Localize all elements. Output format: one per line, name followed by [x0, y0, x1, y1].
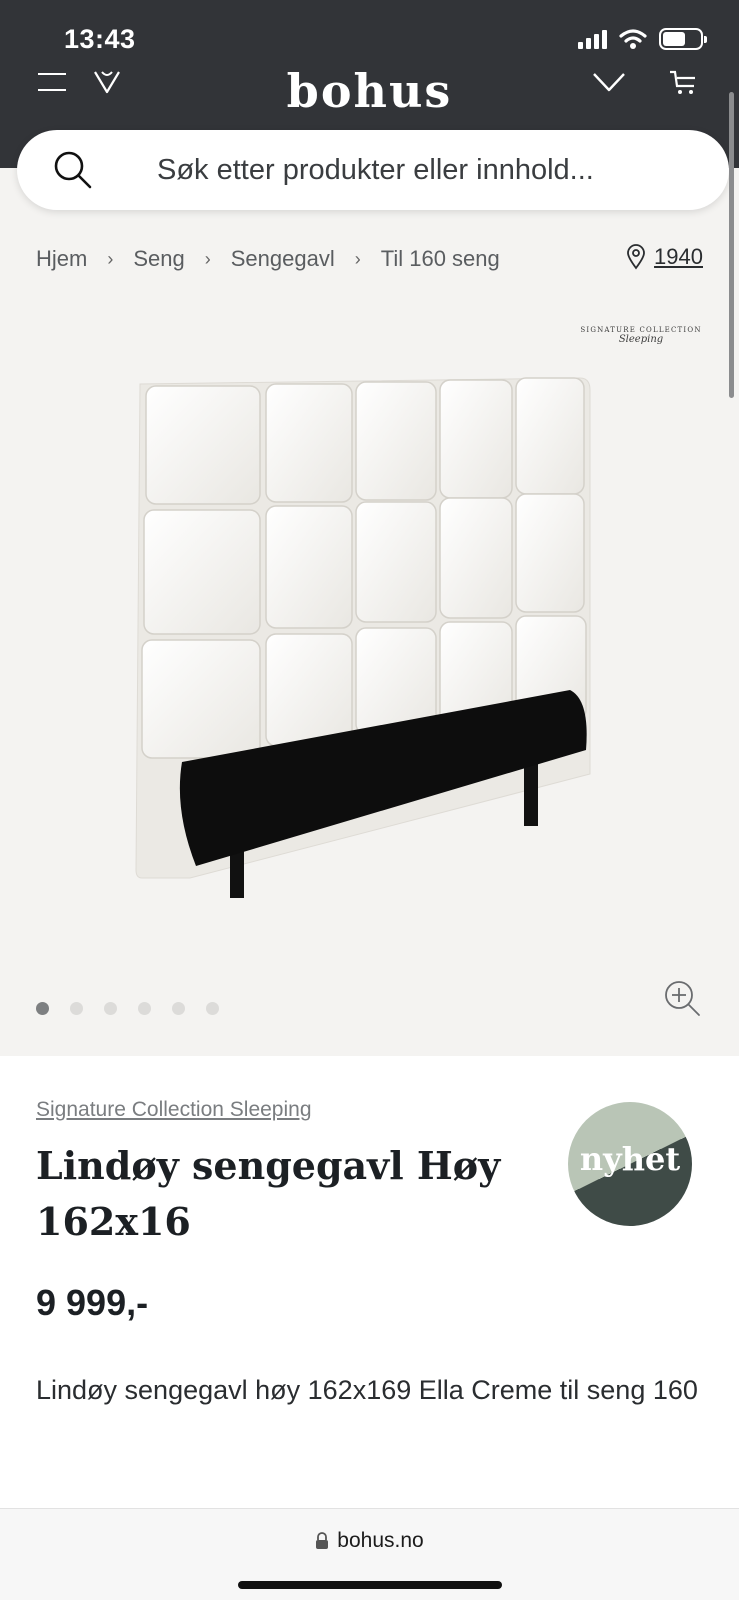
signal-icon	[578, 29, 607, 49]
search-icon[interactable]	[53, 150, 93, 190]
gallery-dot[interactable]	[206, 1002, 219, 1015]
status-icons	[578, 28, 707, 50]
chevron-right-icon: ›	[354, 248, 361, 269]
scrollbar[interactable]	[729, 92, 734, 398]
wifi-icon	[619, 29, 647, 49]
gallery-dot[interactable]	[138, 1002, 151, 1015]
search-input[interactable]	[157, 148, 697, 192]
breadcrumb-item-home[interactable]: Hjem	[36, 246, 87, 272]
breadcrumb: Hjem › Seng › Sengegavl › Til 160 seng	[36, 246, 500, 272]
chevron-right-icon: ›	[107, 248, 114, 269]
url-text: bohus.no	[337, 1529, 424, 1552]
gallery-dot[interactable]	[172, 1002, 185, 1015]
gallery-dot[interactable]	[104, 1002, 117, 1015]
zoom-in-icon[interactable]	[664, 980, 702, 1018]
url-display[interactable]: bohus.no	[0, 1529, 739, 1553]
brand-link[interactable]: Signature Collection Sleeping	[36, 1098, 312, 1122]
browser-url-bar[interactable]: bohus.no	[0, 1508, 739, 1600]
breadcrumb-item-current[interactable]: Til 160 seng	[381, 246, 500, 272]
chevron-right-icon: ›	[204, 248, 211, 269]
store-selector[interactable]: 1940	[626, 244, 703, 270]
home-indicator[interactable]	[238, 1581, 502, 1589]
badge-label: nyhet	[579, 1140, 681, 1178]
store-link[interactable]: 1940	[654, 244, 703, 270]
battery-icon	[659, 28, 707, 50]
product-description: Lindøy sengegavl høy 162x169 Ella Creme …	[36, 1375, 698, 1405]
product-price: 9 999,-	[36, 1282, 149, 1323]
breadcrumb-item-sengegavl[interactable]: Sengegavl	[231, 246, 335, 272]
new-badge: nyhet	[568, 1102, 692, 1226]
cart-icon[interactable]	[668, 68, 698, 96]
header-nav: bohus	[0, 66, 739, 112]
product-details: Signature Collection Sleeping Lindøy sen…	[0, 1056, 739, 1508]
status-time: 13:43	[64, 24, 136, 54]
bohus-logo[interactable]: bohus	[0, 68, 739, 112]
location-pin-icon	[627, 244, 645, 270]
gallery-dot[interactable]	[36, 1002, 49, 1015]
breadcrumb-item-seng[interactable]: Seng	[133, 246, 184, 272]
chevron-down-icon[interactable]	[592, 68, 626, 94]
product-title: Lindøy sengegavl Høy 162x16	[36, 1143, 501, 1244]
gallery-pagination	[36, 1002, 219, 1015]
lock-icon	[316, 1532, 329, 1549]
product-image[interactable]	[120, 370, 620, 930]
brand-logo: SIGNATURE COLLECTION Sleeping	[580, 326, 702, 345]
search-bar[interactable]	[17, 130, 729, 210]
gallery-dot[interactable]	[70, 1002, 83, 1015]
